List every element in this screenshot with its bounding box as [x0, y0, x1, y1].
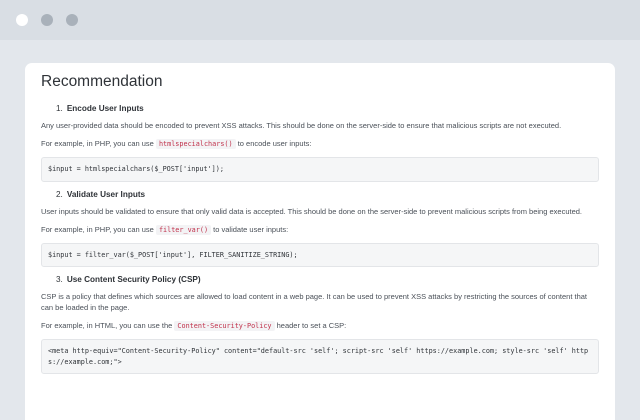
inline-code: htmlspecialchars() — [155, 139, 236, 149]
item-heading: 1. Encode User Inputs — [41, 104, 599, 113]
example-prefix: For example, in PHP, you can use — [41, 139, 154, 148]
inline-code: Content-Security-Policy — [174, 321, 275, 331]
window-titlebar — [0, 0, 640, 40]
item-example-text: For example, in PHP, you can use filter_… — [41, 224, 599, 236]
example-prefix: For example, in PHP, you can use — [41, 224, 154, 234]
inline-code: filter_var() — [155, 224, 212, 235]
example-suffix: to encode user inputs: — [237, 139, 312, 148]
item-title: Use Content Security Policy (CSP) — [66, 275, 201, 284]
example-suffix: to validate user inputs: — [213, 224, 289, 234]
example-prefix: For example, in HTML, you can use the — [41, 321, 173, 330]
item-title: Encode User Inputs — [66, 104, 144, 113]
item-description: CSP is a policy that defines which sourc… — [41, 292, 588, 312]
item-example-text: For example, in PHP, you can use htmlspe… — [41, 138, 599, 150]
item-description: User inputs should be validated to ensur… — [41, 206, 583, 216]
item-description: Any user-provided data should be encoded… — [41, 121, 562, 130]
item-heading: 2. Validate User Inputs — [41, 190, 599, 199]
example-suffix: header to set a CSP: — [276, 321, 347, 330]
code-block[interactable]: $input = htmlspecialchars($_POST['input'… — [41, 157, 599, 182]
item-example-text: For example, in HTML, you can use the Co… — [41, 320, 599, 332]
close-window-dot-icon[interactable] — [16, 14, 28, 26]
page-title: Recommendation — [41, 73, 163, 90]
code-block[interactable]: <meta http-equiv="Content-Security-Polic… — [41, 339, 599, 374]
minimize-window-dot-icon[interactable] — [41, 14, 53, 26]
item-heading: 3. Use Content Security Policy (CSP) — [41, 275, 599, 284]
item-title: Validate User Inputs — [66, 189, 146, 199]
maximize-window-dot-icon[interactable] — [66, 14, 78, 26]
code-block[interactable]: $input = filter_var($_POST['input'], FIL… — [41, 242, 599, 267]
item-number: 1. — [56, 104, 63, 113]
item-number: 3. — [56, 275, 63, 284]
recommendation-card: Recommendation 1. Encode User Inputs Any… — [25, 63, 615, 420]
item-number: 2. — [56, 189, 63, 199]
